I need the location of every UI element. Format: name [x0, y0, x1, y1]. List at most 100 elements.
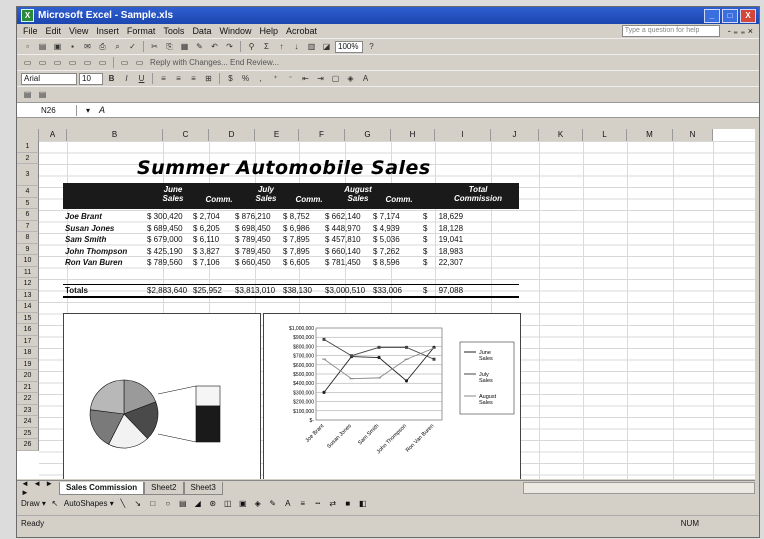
borders-icon[interactable]: ▢	[329, 73, 342, 84]
print-icon[interactable]: ⎙	[96, 41, 109, 52]
font-name-select[interactable]: Arial	[21, 72, 77, 85]
spelling-icon[interactable]: ✓	[126, 41, 139, 52]
review-icon-7[interactable]: ▭	[118, 57, 131, 68]
row-header-13[interactable]: 13	[17, 289, 39, 301]
pie-chart[interactable]	[63, 313, 261, 479]
autosum-icon[interactable]: Σ	[260, 41, 273, 52]
review-icon-2[interactable]: ▭	[36, 57, 49, 68]
draw-menu[interactable]: Draw ▾	[21, 499, 46, 508]
column-header-l[interactable]: L	[583, 129, 627, 141]
column-header-j[interactable]: J	[491, 129, 539, 141]
redo-icon[interactable]: ↷	[223, 41, 236, 52]
column-header-i[interactable]: I	[435, 129, 491, 141]
sort-ascending-icon[interactable]: ↑	[275, 41, 288, 52]
italic-icon[interactable]: I	[120, 73, 133, 84]
comma-icon[interactable]: ,	[254, 73, 267, 84]
tab-sheet2[interactable]: Sheet2	[144, 481, 184, 495]
picture-icon[interactable]: ▣	[237, 498, 249, 509]
clipart-icon[interactable]: ◫	[222, 498, 234, 509]
tab-sheet3[interactable]: Sheet3	[183, 481, 223, 495]
arrow-style-icon[interactable]: ⇄	[327, 498, 339, 509]
menu-edit[interactable]: Edit	[46, 26, 62, 36]
paste-icon[interactable]: ▦	[178, 41, 191, 52]
align-left-icon[interactable]: ≡	[157, 73, 170, 84]
menu-acrobat[interactable]: Acrobat	[286, 26, 317, 36]
name-box[interactable]: N26	[17, 104, 77, 116]
fill-color-draw-icon[interactable]: ◈	[252, 498, 264, 509]
row-header-20[interactable]: 20	[17, 370, 39, 382]
tab-sales-commission[interactable]: Sales Commission	[59, 481, 145, 495]
formula-value[interactable]: A	[99, 105, 113, 115]
email-icon[interactable]: ✉	[81, 41, 94, 52]
line-chart[interactable]: $1,000,000 $900,000 $800,000 $700,000 $600,0…	[263, 313, 521, 479]
review-icon-3[interactable]: ▭	[51, 57, 64, 68]
drawing-icon[interactable]: ◪	[320, 41, 333, 52]
row-header-8[interactable]: 8	[17, 232, 39, 244]
row-header-10[interactable]: 10	[17, 255, 39, 267]
name-box-dropdown-icon[interactable]: ▾	[77, 106, 99, 115]
column-header-e[interactable]: E	[255, 129, 299, 141]
bold-icon[interactable]: B	[105, 73, 118, 84]
font-color-icon[interactable]: A	[359, 73, 372, 84]
row-header-22[interactable]: 22	[17, 393, 39, 405]
fill-color-icon[interactable]: ◈	[344, 73, 357, 84]
toolbar-options-icon[interactable]: ▤	[21, 89, 34, 100]
row-header-7[interactable]: 7	[17, 220, 39, 232]
menu-window[interactable]: Window	[219, 26, 251, 36]
row-header-18[interactable]: 18	[17, 347, 39, 359]
arrow-icon[interactable]: ↘	[132, 498, 144, 509]
menu-insert[interactable]: Insert	[96, 26, 119, 36]
horizontal-scrollbar[interactable]	[523, 482, 755, 494]
row-header-2[interactable]: 2	[17, 152, 39, 164]
row-header-23[interactable]: 23	[17, 404, 39, 416]
sort-descending-icon[interactable]: ↓	[290, 41, 303, 52]
row-header-21[interactable]: 21	[17, 381, 39, 393]
column-header-h[interactable]: H	[391, 129, 435, 141]
line-style-icon[interactable]: ≡	[297, 498, 309, 509]
percent-icon[interactable]: %	[239, 73, 252, 84]
menu-format[interactable]: Format	[127, 26, 156, 36]
decrease-decimal-icon[interactable]: ⁻	[284, 73, 297, 84]
zoom-select[interactable]: 100%	[335, 40, 363, 53]
font-color-draw-icon[interactable]: A	[282, 498, 294, 509]
menu-data[interactable]: Data	[192, 26, 211, 36]
review-icon-1[interactable]: ▭	[21, 57, 34, 68]
open-icon[interactable]: ▤	[36, 41, 49, 52]
new-icon[interactable]: ▫	[21, 41, 34, 52]
row-header-4[interactable]: 4	[17, 186, 39, 198]
row-header-15[interactable]: 15	[17, 312, 39, 324]
diagram-icon[interactable]: ⊛	[207, 498, 219, 509]
column-header-c[interactable]: C	[163, 129, 209, 141]
row-header-5[interactable]: 5	[17, 197, 39, 209]
row-header-11[interactable]: 11	[17, 266, 39, 278]
row-header-24[interactable]: 24	[17, 416, 39, 428]
column-header-f[interactable]: F	[299, 129, 345, 141]
row-header-14[interactable]: 14	[17, 301, 39, 313]
menu-file[interactable]: File	[23, 26, 38, 36]
column-header-b[interactable]: B	[67, 129, 163, 141]
row-header-25[interactable]: 25	[17, 427, 39, 439]
toolbar-options-icon-2[interactable]: ▤	[36, 89, 49, 100]
row-header-16[interactable]: 16	[17, 324, 39, 336]
row-header-9[interactable]: 9	[17, 243, 39, 255]
oval-icon[interactable]: ○	[162, 498, 174, 509]
select-all-corner[interactable]	[17, 129, 39, 141]
column-header-n[interactable]: N	[673, 129, 713, 141]
row-header-12[interactable]: 12	[17, 278, 39, 290]
currency-icon[interactable]: $	[224, 73, 237, 84]
select-objects-icon[interactable]: ↖	[49, 498, 61, 509]
menu-view[interactable]: View	[69, 26, 88, 36]
line-color-icon[interactable]: ✎	[267, 498, 279, 509]
column-header-d[interactable]: D	[209, 129, 255, 141]
column-header-k[interactable]: K	[539, 129, 583, 141]
column-header-a[interactable]: A	[39, 129, 67, 141]
column-header-m[interactable]: M	[627, 129, 673, 141]
format-painter-icon[interactable]: ✎	[193, 41, 206, 52]
cut-icon[interactable]: ✂	[148, 41, 161, 52]
menu-tools[interactable]: Tools	[163, 26, 184, 36]
window-controls-small[interactable]: - ₌ ₌ ×	[728, 26, 759, 37]
increase-indent-icon[interactable]: ⇥	[314, 73, 327, 84]
3d-icon[interactable]: ◧	[357, 498, 369, 509]
help-icon[interactable]: ?	[365, 41, 378, 52]
row-header-6[interactable]: 6	[17, 209, 39, 221]
